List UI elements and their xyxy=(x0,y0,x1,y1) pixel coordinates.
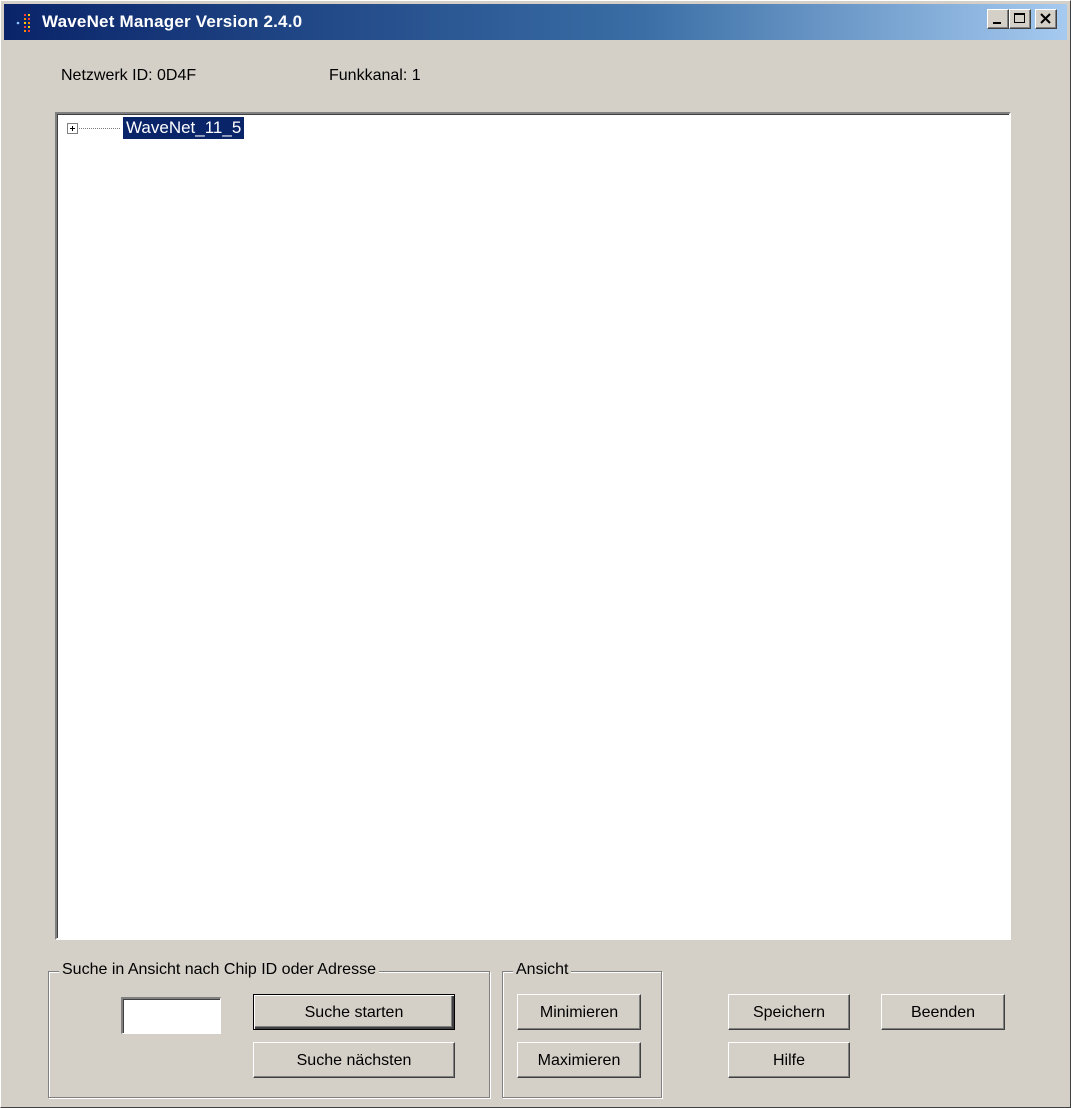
minimize-window-button[interactable] xyxy=(987,9,1009,29)
search-start-button[interactable]: Suche starten xyxy=(253,994,455,1030)
minimize-icon xyxy=(993,22,1001,24)
close-icon xyxy=(1040,13,1051,24)
tree-node-label[interactable]: WaveNet_11_5 xyxy=(123,117,245,139)
save-button[interactable]: Speichern xyxy=(728,994,850,1030)
maximize-icon xyxy=(1014,13,1025,23)
help-button[interactable]: Hilfe xyxy=(728,1042,850,1078)
close-window-button[interactable] xyxy=(1035,9,1057,29)
search-next-button[interactable]: Suche nächsten xyxy=(253,1042,455,1078)
plus-expand-icon[interactable] xyxy=(67,123,78,134)
chip-id-search-input[interactable] xyxy=(121,997,221,1034)
title-bar[interactable]: WaveNet Manager Version 2.4.0 xyxy=(4,4,1067,40)
view-groupbox: Ansicht xyxy=(502,961,662,1098)
main-window: WaveNet Manager Version 2.4.0 Netzwerk I… xyxy=(0,0,1071,1108)
maximize-window-button[interactable] xyxy=(1009,9,1031,29)
wavenet-app-icon xyxy=(14,12,34,34)
window-title: WaveNet Manager Version 2.4.0 xyxy=(42,12,303,31)
search-groupbox: Suche in Ansicht nach Chip ID oder Adres… xyxy=(48,961,490,1098)
maximize-view-button[interactable]: Maximieren xyxy=(517,1042,641,1078)
radio-channel-label: Funkkanal: 1 xyxy=(329,67,421,84)
exit-button[interactable]: Beenden xyxy=(881,994,1005,1030)
tree-connector-line xyxy=(79,128,121,129)
network-id-label: Netzwerk ID: 0D4F xyxy=(61,67,197,84)
minimize-view-button[interactable]: Minimieren xyxy=(517,994,641,1030)
search-group-caption: Suche in Ansicht nach Chip ID oder Adres… xyxy=(59,961,379,979)
network-tree-view[interactable]: WaveNet_11_5 xyxy=(55,112,1011,940)
view-group-caption: Ansicht xyxy=(513,961,572,979)
